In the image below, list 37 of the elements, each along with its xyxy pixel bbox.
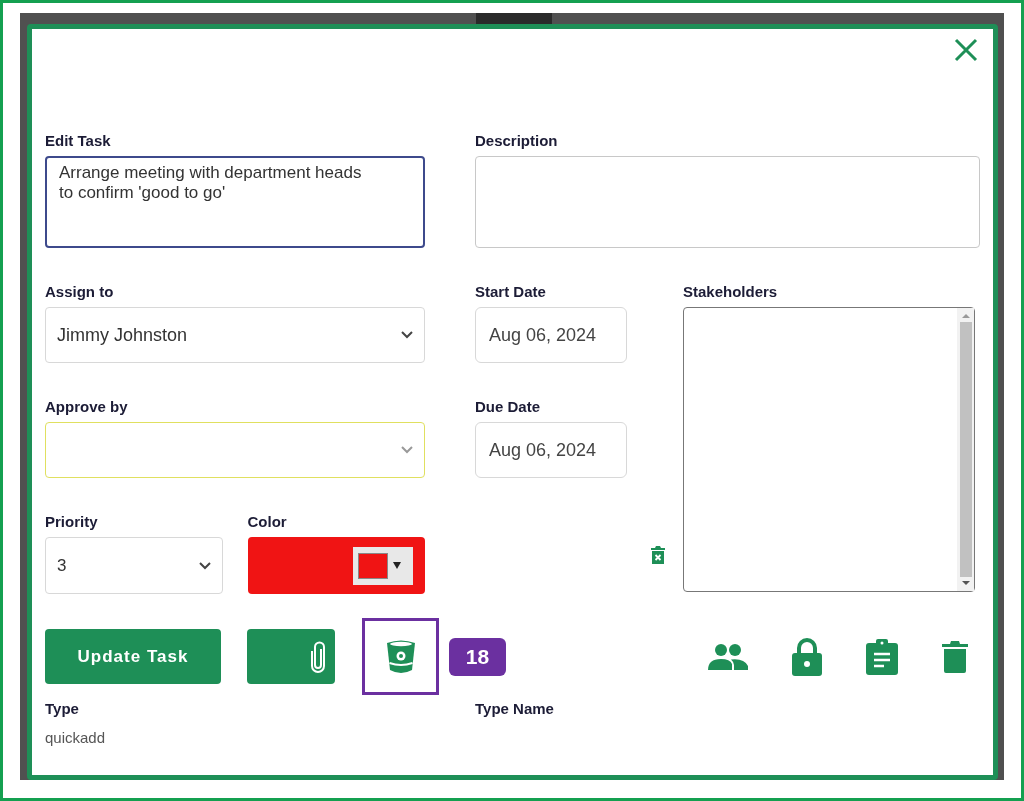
date-field[interactable]: Aug 06, 2024 [475, 422, 627, 478]
field-label: Edit Task [45, 132, 112, 150]
field-label: Assign to [45, 283, 115, 301]
paperclip-icon [311, 640, 325, 673]
chevron-down-icon [401, 331, 413, 339]
task-input-field[interactable]: Arrange meeting with department heads to confirm 'good to go' [45, 156, 425, 248]
field-label: Due Date [475, 398, 542, 416]
clipboard-icon[interactable] [866, 638, 898, 675]
caret-icon [393, 562, 401, 569]
field-label: Type Name [475, 700, 554, 718]
field-label: Approve by [45, 398, 129, 416]
field-label: Priority [45, 513, 99, 531]
update-task-button[interactable]: Update Task [45, 629, 221, 684]
priority-select[interactable]: 3 [45, 537, 223, 594]
bucket-icon[interactable] [385, 639, 416, 674]
field-label: Description [475, 132, 559, 150]
date-field[interactable]: Aug 06, 2024 [475, 307, 627, 363]
field-label: Color [247, 513, 288, 531]
scrollbar-thumb[interactable] [959, 322, 972, 577]
type-value: quickadd [45, 728, 107, 748]
scrollbar[interactable] [957, 308, 974, 591]
chevron-down-icon [401, 446, 413, 454]
trash-x-icon[interactable] [651, 546, 665, 564]
assignee-select[interactable]: Jimmy Johnston [45, 307, 425, 363]
color-picker[interactable] [247, 537, 425, 594]
field-label: Start Date [475, 283, 547, 301]
trash-icon[interactable] [942, 640, 968, 673]
color-swatch-button[interactable] [353, 546, 413, 585]
people-icon[interactable] [708, 643, 748, 670]
close-icon [954, 38, 978, 62]
field-label: Stakeholders [683, 283, 779, 301]
attach-button[interactable] [247, 629, 335, 684]
lock-icon[interactable] [792, 637, 822, 676]
number-badge: 18 [449, 637, 506, 676]
field-label: Type [45, 700, 80, 718]
chevron-down-icon [198, 561, 211, 570]
description-field[interactable] [475, 156, 980, 248]
